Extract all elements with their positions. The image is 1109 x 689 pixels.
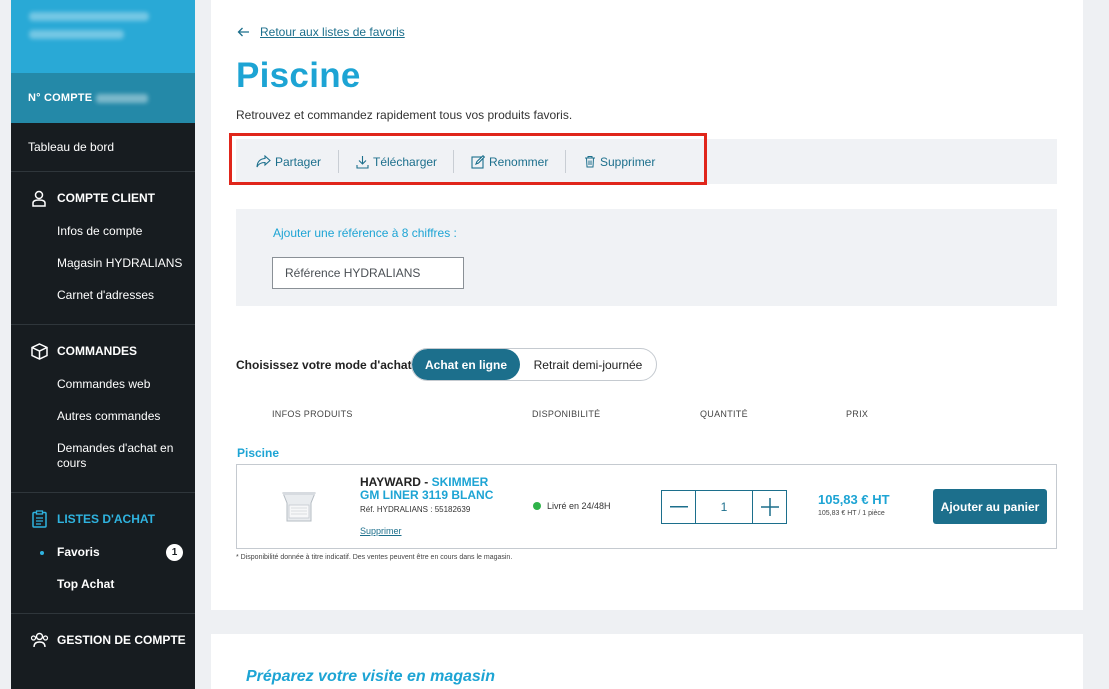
sidebar-item-favoris[interactable]: Favoris 1 [11, 537, 195, 569]
rename-button[interactable]: Renommer [471, 139, 548, 184]
sidebar-section-lists: LISTES D'ACHAT Favoris 1 Top Achat [11, 493, 195, 614]
purchase-mode-label: Choisissez votre mode d'achat : [236, 358, 419, 372]
sidebar-item-addresses[interactable]: Carnet d'adresses [11, 280, 195, 312]
availability-footnote: * Disponibilité donnée à titre indicatif… [236, 554, 513, 561]
user-icon [28, 188, 50, 208]
sidebar-section-client: COMPTE CLIENT Infos de compte Magasin HY… [11, 172, 195, 325]
sidebar-item-purchase-requests[interactable]: Demandes d'achat en cours [11, 433, 195, 480]
page-title: Piscine [236, 56, 361, 95]
sidebar-head-manage[interactable]: GESTION DE COMPTE [11, 630, 195, 650]
trash-icon [585, 156, 595, 168]
store-visit-section: Préparez votre visite en magasin [211, 634, 1083, 689]
column-header-price: PRIX [846, 409, 869, 419]
blurred-account-number [96, 93, 149, 103]
delete-label: Supprimer [600, 154, 656, 169]
column-header-availability: DISPONIBILITÉ [532, 409, 601, 419]
quantity-stepper: 1 [661, 490, 787, 524]
sidebar-item-label: Tableau de bord [28, 140, 115, 154]
back-link-label: Retour aux listes de favoris [260, 25, 405, 39]
sidebar-head-label: COMMANDES [57, 344, 137, 358]
sidebar-section-orders: COMMANDES Commandes web Autres commandes… [11, 325, 195, 493]
product-price: 105,83 € HT [818, 492, 890, 507]
reference-label: Ajouter une référence à 8 chiffres : [273, 226, 457, 240]
product-unit-price: 105,83 € HT / 1 pièce [818, 510, 885, 517]
edit-icon [471, 154, 485, 169]
sidebar-head-label: LISTES D'ACHAT [57, 512, 155, 526]
share-icon [256, 155, 271, 168]
toolbar-divider [453, 150, 454, 173]
in-stock-dot [533, 502, 541, 510]
remove-product-link[interactable]: Supprimer [360, 526, 402, 536]
sidebar-item-other-orders[interactable]: Autres commandes [11, 401, 195, 433]
availability-status: Livré en 24/48H [533, 501, 611, 511]
product-title[interactable]: HAYWARD - SKIMMER GM LINER 3119 BLANC [360, 476, 510, 502]
arrow-left-icon [237, 27, 249, 37]
sidebar-item-store[interactable]: Magasin HYDRALIANS [11, 248, 195, 280]
sidebar-brand-area [11, 0, 195, 73]
account-number-label: N° COMPTE [28, 92, 93, 104]
decrease-quantity-button[interactable] [662, 491, 695, 523]
list-toolbar: Partager Télécharger Renommer Supprimer [236, 139, 1057, 184]
share-label: Partager [275, 154, 322, 169]
active-dot [40, 551, 44, 555]
minus-icon [669, 506, 688, 508]
rename-label: Renommer [489, 154, 549, 169]
quantity-value[interactable]: 1 [695, 491, 753, 523]
plus-icon [760, 498, 779, 516]
add-to-cart-button[interactable]: Ajouter au panier [933, 489, 1047, 524]
main-content: Retour aux listes de favoris Piscine Ret… [211, 0, 1083, 610]
blurred-company-name [29, 12, 149, 21]
sidebar-item-top-achat[interactable]: Top Achat [11, 569, 195, 601]
sidebar-item-dashboard[interactable]: Tableau de bord [11, 123, 195, 172]
sidebar-head-lists[interactable]: LISTES D'ACHAT [11, 509, 195, 529]
sidebar-item-label: Favoris [57, 545, 100, 559]
reference-input[interactable] [272, 257, 464, 289]
download-button[interactable]: Télécharger [356, 139, 437, 184]
blurred-company-name-line2 [29, 30, 124, 39]
users-icon [28, 630, 50, 650]
add-reference-panel: Ajouter une référence à 8 chiffres : [236, 209, 1057, 306]
product-reference: Réf. HYDRALIANS : 55182639 [360, 505, 471, 514]
increase-quantity-button[interactable] [753, 491, 786, 523]
back-to-lists-link[interactable]: Retour aux listes de favoris [237, 25, 405, 39]
product-group-title: Piscine [237, 446, 280, 460]
favoris-count-badge: 1 [166, 544, 183, 561]
sidebar: N° COMPTE Tableau de bord COMPTE CLIENT … [11, 0, 195, 689]
purchase-mode-toggle: Achat en ligne Retrait demi-journée [411, 348, 657, 381]
sidebar-item-account-info[interactable]: Infos de compte [11, 216, 195, 248]
product-row: HAYWARD - SKIMMER GM LINER 3119 BLANC Ré… [236, 464, 1057, 549]
sidebar-section-manage: GESTION DE COMPTE [11, 614, 195, 670]
download-icon [356, 155, 369, 169]
sidebar-item-web-orders[interactable]: Commandes web [11, 369, 195, 401]
column-header-product: INFOS PRODUITS [272, 409, 353, 419]
toolbar-divider [338, 150, 339, 173]
sidebar-head-orders[interactable]: COMMANDES [11, 341, 195, 361]
sidebar-head-client[interactable]: COMPTE CLIENT [11, 188, 195, 208]
delete-list-button[interactable]: Supprimer [584, 139, 655, 184]
toolbar-divider [565, 150, 566, 173]
share-button[interactable]: Partager [256, 139, 321, 184]
mode-pickup-button[interactable]: Retrait demi-journée [520, 349, 656, 380]
download-label: Télécharger [373, 154, 438, 169]
product-brand: HAYWARD - [360, 475, 429, 489]
mode-online-button[interactable]: Achat en ligne [412, 349, 520, 380]
product-thumbnail[interactable] [277, 489, 321, 525]
column-header-quantity: QUANTITÉ [700, 409, 748, 419]
box-icon [28, 341, 50, 361]
store-visit-title: Préparez votre visite en magasin [246, 668, 495, 685]
account-number: N° COMPTE [11, 73, 195, 123]
availability-label: Livré en 24/48H [547, 501, 611, 511]
sidebar-head-label: GESTION DE COMPTE [57, 633, 186, 647]
page-subtitle: Retrouvez et commandez rapidement tous v… [236, 108, 573, 122]
clipboard-list-icon [28, 509, 50, 529]
sidebar-head-label: COMPTE CLIENT [57, 191, 155, 205]
